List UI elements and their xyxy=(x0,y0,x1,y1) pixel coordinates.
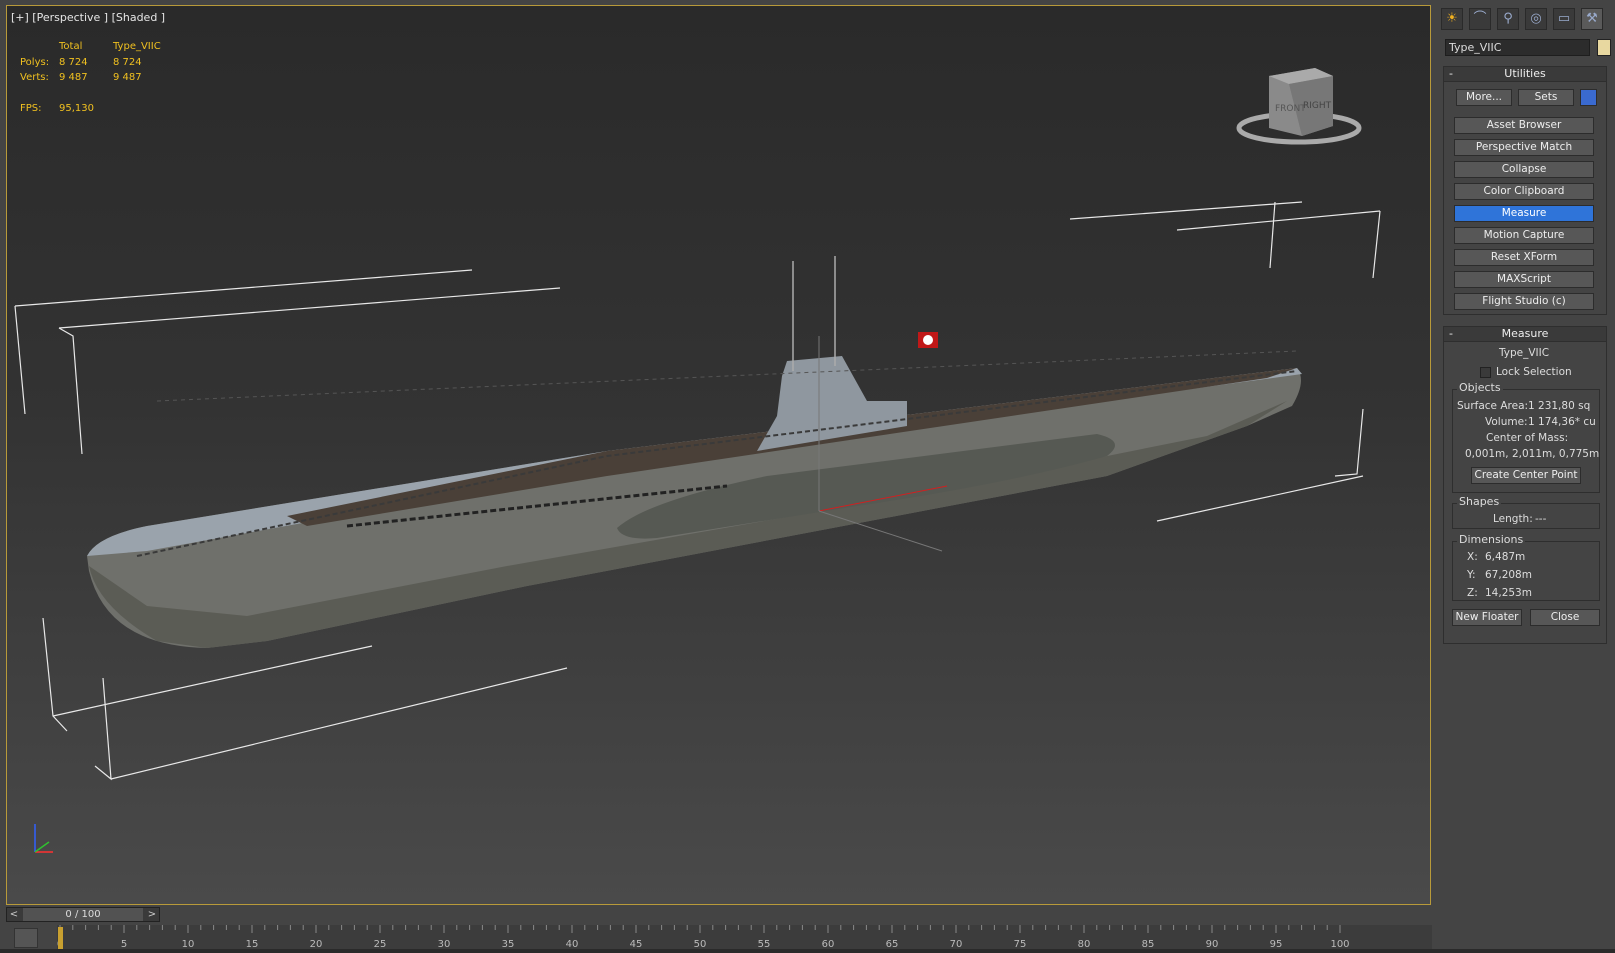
display-icon[interactable]: ▭ xyxy=(1553,8,1575,30)
viewcube-front-label: FRONT xyxy=(1275,104,1306,114)
time-slider[interactable]: < 0 / 100 > xyxy=(6,907,160,922)
perspective-viewport[interactable]: [+] [Perspective ] [Shaded ] Total Type_… xyxy=(6,5,1431,905)
center-of-mass-label: Center of Mass: xyxy=(1486,432,1569,444)
utility-button-measure[interactable]: Measure xyxy=(1454,205,1594,222)
measure-title: Measure xyxy=(1501,327,1549,340)
utilities-rollout-header[interactable]: - Utilities xyxy=(1444,67,1606,82)
center-of-mass-value: 0,001m, 2,011m, 0,775m xyxy=(1465,448,1600,460)
hierarchy-icon[interactable]: ⚲ xyxy=(1497,8,1519,30)
shapes-group-label: Shapes xyxy=(1457,495,1502,508)
new-floater-button[interactable]: New Floater xyxy=(1452,609,1522,626)
time-prev-button[interactable]: < xyxy=(7,908,21,921)
utilities-title: Utilities xyxy=(1504,67,1546,80)
create-center-point-button[interactable]: Create Center Point xyxy=(1471,467,1581,484)
dimensions-group-label: Dimensions xyxy=(1457,533,1526,546)
utilities-rollout: - Utilities More... Sets Asset Browser Per… xyxy=(1443,66,1607,315)
current-frame-marker[interactable] xyxy=(58,927,63,949)
objects-group-label: Objects xyxy=(1457,381,1503,394)
utility-button-collapse[interactable]: Collapse xyxy=(1454,161,1594,178)
utilities-icon[interactable]: ⚒ xyxy=(1581,8,1603,30)
create-icon[interactable]: ☀ xyxy=(1441,8,1463,30)
sets-button[interactable]: Sets xyxy=(1518,89,1574,106)
curve-editor-icon[interactable] xyxy=(14,928,38,948)
dimension-y-value: 67,208m xyxy=(1485,569,1532,581)
object-color-swatch[interactable] xyxy=(1597,39,1611,56)
surface-area-value: 1 231,80 sq xyxy=(1528,400,1591,412)
dimension-x-label: X: xyxy=(1467,551,1478,563)
measured-object-name: Type_VIIC xyxy=(1499,347,1550,359)
utility-button-flight-studio-c[interactable]: Flight Studio (c) xyxy=(1454,293,1594,310)
dimension-x-value: 6,487m xyxy=(1485,551,1526,563)
shapes-group: Shapes Length: --- xyxy=(1452,495,1600,529)
measure-rollout: - Measure Type_VIIC Lock Selection Object… xyxy=(1443,326,1607,644)
dimension-z-label: Z: xyxy=(1467,587,1478,599)
dimensions-group: Dimensions X: 6,487m Y: 67,208m Z: 14,25… xyxy=(1452,533,1600,601)
length-label: Length: xyxy=(1493,513,1533,525)
utility-button-color-clipboard[interactable]: Color Clipboard xyxy=(1454,183,1594,200)
configure-sets-icon[interactable] xyxy=(1580,89,1597,106)
motion-icon[interactable]: ◎ xyxy=(1525,8,1547,30)
modify-icon[interactable]: ⌒ xyxy=(1469,8,1491,30)
submarine-model[interactable] xyxy=(87,256,1302,648)
utility-button-motion-capture[interactable]: Motion Capture xyxy=(1454,227,1594,244)
volume-label: Volume: xyxy=(1485,416,1528,428)
object-name-field[interactable]: Type_VIIC xyxy=(1445,39,1590,56)
status-strip xyxy=(0,949,1615,953)
command-panel: ☀ ⌒ ⚲ ◎ ▭ ⚒ Type_VIIC - Utilities More... Sets… xyxy=(1435,0,1615,953)
dimension-z-value: 14,253m xyxy=(1485,587,1532,599)
lock-selection-checkbox[interactable] xyxy=(1480,367,1491,378)
length-value: --- xyxy=(1535,513,1547,525)
utility-button-maxscript[interactable]: MAXScript xyxy=(1454,271,1594,288)
time-slider-area: < 0 / 100 > 0510152025303540455055606570… xyxy=(0,905,1435,953)
utility-button-perspective-match[interactable]: Perspective Match xyxy=(1454,139,1594,156)
viewcube-right-label: RIGHT xyxy=(1303,101,1332,111)
time-next-button[interactable]: > xyxy=(145,908,159,921)
objects-group: Objects Surface Area: 1 231,80 sq Volume… xyxy=(1452,381,1600,493)
axis-tripod-icon xyxy=(34,824,53,853)
utility-button-asset-browser[interactable]: Asset Browser xyxy=(1454,117,1594,134)
more-button[interactable]: More... xyxy=(1456,89,1512,106)
dimension-y-label: Y: xyxy=(1467,569,1476,581)
utility-button-reset-xform[interactable]: Reset XForm xyxy=(1454,249,1594,266)
scene-canvas: FRONT RIGHT xyxy=(14,68,1381,853)
surface-area-label: Surface Area: xyxy=(1457,400,1529,412)
measure-rollout-header[interactable]: - Measure xyxy=(1444,327,1606,342)
close-button[interactable]: Close xyxy=(1530,609,1600,626)
lock-selection-label: Lock Selection xyxy=(1496,366,1572,378)
volume-value: 1 174,36* cu xyxy=(1528,416,1596,428)
time-slider-thumb[interactable]: 0 / 100 xyxy=(23,908,143,921)
